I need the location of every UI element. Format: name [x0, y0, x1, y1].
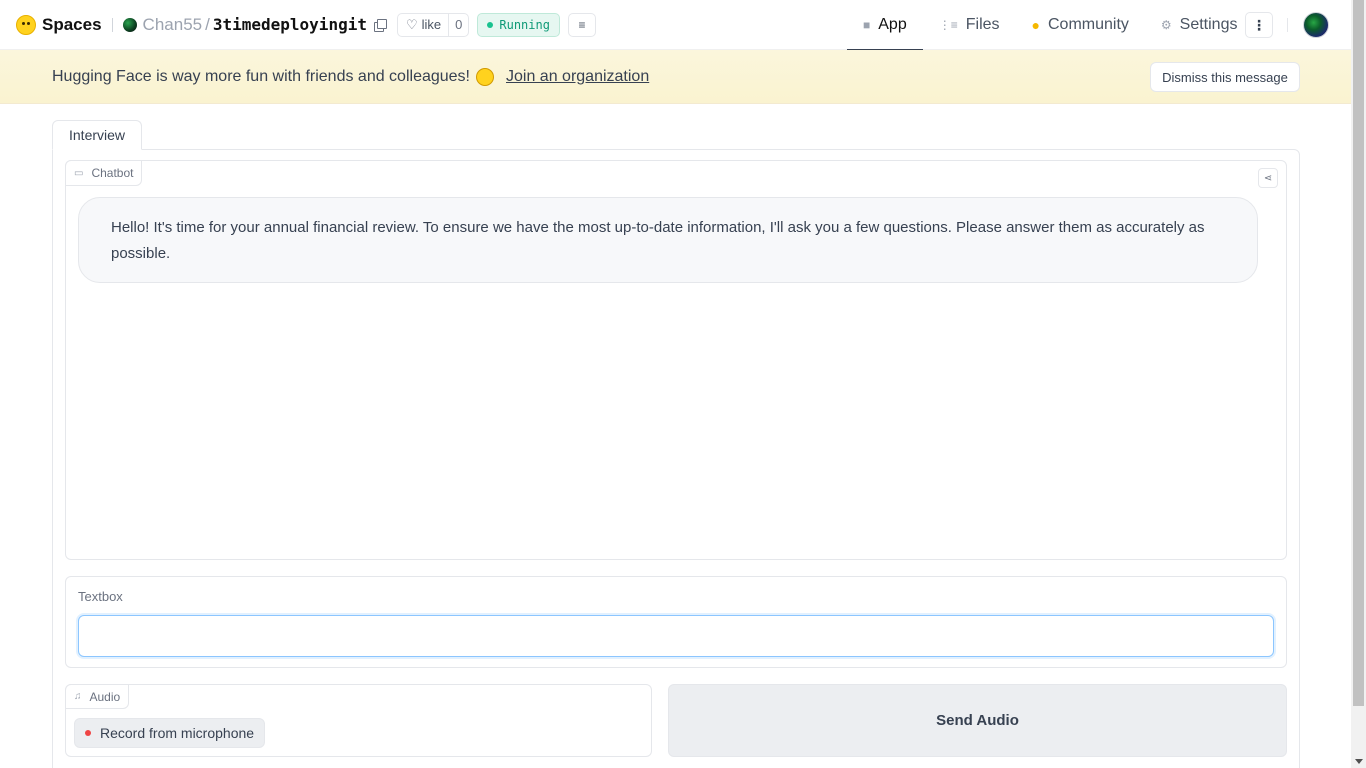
status-dot-icon [487, 21, 494, 28]
page-scrollbar[interactable] [1351, 0, 1366, 768]
textbox-label: Textbox [78, 589, 123, 604]
join-organization-link[interactable]: Join an organization [506, 68, 649, 86]
hugging-face-emoji-icon [476, 67, 494, 86]
user-avatar[interactable] [1303, 12, 1329, 38]
space-tabs: ■ App ⋮≡ Files ● Community ⚙ Settings [847, 0, 1254, 51]
scroll-down-arrow-icon[interactable] [1355, 759, 1363, 764]
chat-icon: ▭ [74, 167, 84, 179]
bot-message: Hello! It's time for your annual financi… [78, 197, 1258, 283]
owner-avatar[interactable] [122, 17, 137, 32]
dismiss-message-button[interactable]: Dismiss this message [1150, 62, 1300, 92]
notification-banner: Hugging Face is way more fun with friend… [0, 50, 1351, 104]
tab-interview[interactable]: Interview [52, 120, 143, 150]
chatbot-label: ▭ Chatbot [65, 160, 143, 186]
share-icon: ⋖ [1263, 172, 1273, 184]
audio-block: ♫ Audio Record from microphone [65, 684, 652, 757]
audio-label: ♫ Audio [65, 684, 130, 709]
tab-files-label: Files [965, 16, 1000, 33]
files-icon: ⋮≡ [938, 18, 958, 32]
divider [1287, 18, 1288, 32]
share-button[interactable]: ⋖ [1258, 168, 1278, 188]
send-audio-button[interactable]: Send Audio [668, 684, 1287, 757]
audio-label-text: Audio [89, 689, 121, 704]
divider [111, 17, 113, 32]
tab-settings[interactable]: ⚙ Settings [1145, 0, 1254, 50]
textbox-block: Textbox [65, 576, 1287, 668]
banner-message: Hugging Face is way more fun with friend… [52, 67, 470, 85]
tab-files[interactable]: ⋮≡ Files [923, 0, 1016, 50]
tab-app[interactable]: ■ App [847, 0, 923, 51]
more-vertical-icon: ⋮ [1252, 16, 1266, 33]
status-label: Running [499, 17, 550, 32]
repo-name-link[interactable]: 3timedeployingit [213, 15, 367, 34]
heart-icon: ♡ [405, 16, 418, 32]
running-status-badge[interactable]: Running [477, 12, 560, 37]
hugging-face-logo-icon [16, 14, 36, 35]
logs-button[interactable]: ≡ [567, 12, 596, 37]
textbox-input[interactable] [78, 615, 1274, 657]
tab-community-label: Community [1047, 16, 1129, 33]
like-count[interactable]: 0 [448, 13, 468, 36]
top-navigation-bar: Spaces Chan55 / 3timedeployingit ♡ like … [0, 0, 1351, 51]
music-note-icon: ♫ [74, 691, 82, 702]
owner-link[interactable]: Chan55 [143, 15, 203, 35]
chatbot-label-text: Chatbot [91, 166, 134, 180]
brand-name: Spaces [42, 14, 102, 34]
like-label: like [421, 17, 442, 32]
gear-icon: ⚙ [1160, 18, 1172, 32]
tab-app-label: App [878, 16, 907, 33]
logs-icon: ≡ [578, 17, 586, 32]
copy-icon[interactable] [373, 18, 387, 32]
tab-settings-label: Settings [1179, 16, 1238, 33]
hug-hand-icon: ● [1031, 17, 1040, 33]
spaces-home-link[interactable]: Spaces [16, 14, 102, 35]
record-from-microphone-button[interactable]: Record from microphone [74, 718, 266, 748]
cube-icon: ■ [863, 18, 871, 32]
chatbot-panel: ▭ Chatbot ⋖ Hello! It's time for your an… [65, 160, 1287, 560]
record-dot-icon [85, 730, 91, 736]
path-separator: / [205, 14, 210, 34]
tab-community[interactable]: ● Community [1016, 0, 1145, 50]
like-button[interactable]: ♡ like 0 [396, 12, 470, 37]
more-options-button[interactable]: ⋮ [1245, 12, 1273, 38]
record-label: Record from microphone [100, 725, 255, 741]
scrollbar-thumb[interactable] [1353, 0, 1364, 706]
